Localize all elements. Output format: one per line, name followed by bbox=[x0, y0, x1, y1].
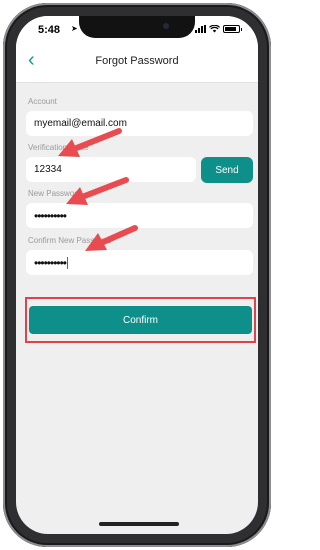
new-password-value: •••••••••• bbox=[34, 208, 67, 223]
status-icons bbox=[195, 25, 242, 33]
text-cursor bbox=[67, 256, 69, 269]
send-code-button[interactable]: Send bbox=[201, 157, 253, 183]
location-arrow-icon: ➤ bbox=[71, 24, 78, 33]
wifi-icon bbox=[209, 25, 220, 33]
new-password-field[interactable]: •••••••••• bbox=[26, 203, 253, 228]
confirm-button[interactable]: Confirm bbox=[29, 306, 252, 334]
app-screen: 5:48 ➤ ‹ Forgot Password Account myemail… bbox=[16, 16, 258, 534]
confirm-password-value: •••••••••• bbox=[34, 255, 67, 270]
status-time: 5:48 bbox=[38, 24, 61, 36]
verification-code-label: Verification Code bbox=[28, 143, 89, 152]
page-title: Forgot Password bbox=[95, 55, 179, 67]
phone-frame: 5:48 ➤ ‹ Forgot Password Account myemail… bbox=[3, 3, 271, 547]
confirm-password-label: Confirm New Password bbox=[28, 236, 112, 245]
verification-code-field[interactable]: 12334 bbox=[26, 157, 196, 182]
new-password-label: New Password bbox=[28, 189, 82, 198]
battery-icon bbox=[223, 25, 242, 33]
cellular-signal-icon bbox=[195, 25, 206, 33]
account-field[interactable]: myemail@email.com bbox=[26, 111, 253, 136]
confirm-password-field[interactable]: •••••••••• bbox=[26, 250, 253, 275]
home-indicator bbox=[99, 522, 179, 526]
account-label: Account bbox=[28, 97, 57, 106]
verification-code-value: 12334 bbox=[34, 164, 62, 175]
nav-bar: ‹ Forgot Password bbox=[16, 42, 258, 83]
phone-notch bbox=[79, 16, 195, 38]
